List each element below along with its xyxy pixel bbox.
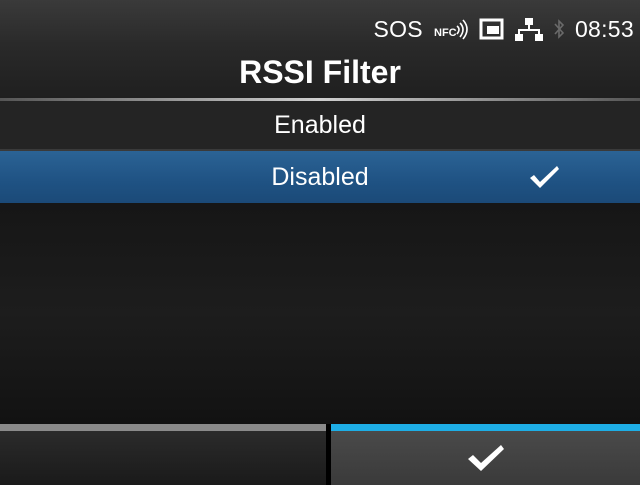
option-label: Enabled — [274, 110, 366, 139]
clock: 08:53 — [574, 15, 634, 42]
bluetooth-icon — [553, 17, 565, 41]
nfc-icon: NFC — [433, 17, 469, 41]
network-icon — [514, 16, 543, 42]
option-enabled[interactable]: Enabled — [0, 101, 640, 151]
sd-card-icon — [479, 17, 505, 41]
svg-text:NFC: NFC — [434, 27, 457, 39]
rssi-filter-screen: SOS NFC 08:53 RSSI Filter Enabled Disabl… — [0, 0, 640, 485]
empty-list-area — [0, 203, 640, 424]
page-title: RSSI Filter — [239, 54, 401, 90]
softkey-confirm[interactable] — [331, 424, 640, 485]
check-icon — [466, 444, 506, 472]
softkey-back[interactable] — [0, 424, 326, 485]
option-label: Disabled — [271, 162, 369, 191]
check-icon — [528, 164, 560, 190]
option-disabled[interactable]: Disabled — [0, 151, 640, 203]
status-bar: SOS NFC 08:53 — [373, 14, 634, 44]
header: SOS NFC 08:53 RSSI Filter — [0, 0, 640, 98]
softkey-bar — [0, 424, 640, 485]
option-list: Enabled Disabled — [0, 101, 640, 203]
sos-indicator: SOS — [373, 15, 423, 42]
